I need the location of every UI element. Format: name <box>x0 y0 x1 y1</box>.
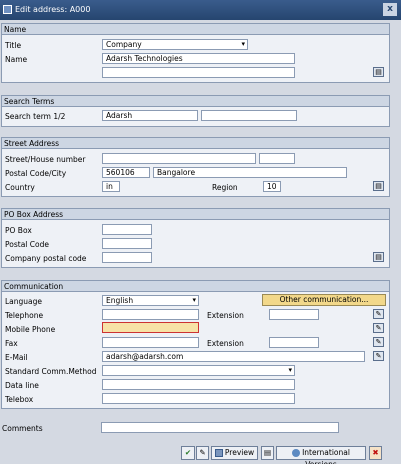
title-label: Title <box>5 41 22 50</box>
cancel-button[interactable]: ✖ <box>369 446 382 460</box>
telephone-more-icon[interactable]: ✎ <box>373 309 384 319</box>
other-communication-button[interactable]: Other communication... <box>262 294 386 306</box>
language-label: Language <box>5 297 43 306</box>
communication-group: Communication Language English Other com… <box>1 280 390 409</box>
telephone-label: Telephone <box>5 311 44 320</box>
city-field[interactable]: Bangalore <box>153 167 347 178</box>
street-address-heading: Street Address <box>2 138 389 149</box>
pobox-label: PO Box <box>5 226 32 235</box>
name-group-heading: Name <box>2 24 389 35</box>
pobox-field[interactable] <box>102 224 152 235</box>
pobox-postal-field[interactable] <box>102 238 152 249</box>
more-pobox-icon[interactable]: ▤ <box>373 252 384 262</box>
telebox-field[interactable] <box>102 393 295 404</box>
bottom-toolbar: ✔ ✎ Preview ▤ International Versions ✖ <box>0 443 401 464</box>
postal-code-field[interactable]: 560106 <box>102 167 150 178</box>
pobox-heading: PO Box Address <box>2 209 389 220</box>
window-icon <box>3 5 12 14</box>
title-dropdown[interactable]: Company <box>102 39 248 50</box>
search-terms-group: Search Terms Search term 1/2 Adarsh <box>1 95 390 127</box>
data-line-field[interactable] <box>102 379 295 390</box>
region-label: Region <box>212 183 238 192</box>
data-line-label: Data line <box>5 381 39 390</box>
country-field[interactable]: in <box>102 181 120 192</box>
fax-extension-label: Extension <box>207 339 244 348</box>
mobile-phone-field[interactable] <box>102 322 199 333</box>
fax-extension-field[interactable] <box>269 337 319 348</box>
email-field[interactable]: adarsh@adarsh.com <box>102 351 365 362</box>
copy-button[interactable]: ▤ <box>261 446 274 460</box>
company-postal-label: Company postal code <box>5 254 87 263</box>
name-label: Name <box>5 55 28 64</box>
telebox-label: Telebox <box>5 395 34 404</box>
window-title-bar: Edit address: A000 x <box>0 0 401 20</box>
name-field-1[interactable]: Adarsh Technologies <box>102 53 295 64</box>
window-title: Edit address: A000 <box>15 5 91 14</box>
cancel-icon: ✖ <box>372 448 379 457</box>
street-address-group: Street Address Street/House number Posta… <box>1 137 390 197</box>
international-versions-label: International Versions <box>302 448 350 464</box>
standard-comm-label: Standard Comm.Method <box>5 367 97 376</box>
email-more-icon[interactable]: ✎ <box>373 351 384 361</box>
check-entries-button[interactable]: ✎ <box>196 446 209 460</box>
copy-icon: ▤ <box>263 448 272 457</box>
search-term-1-field[interactable]: Adarsh <box>102 110 198 121</box>
international-versions-button[interactable]: International Versions <box>276 446 366 464</box>
preview-icon <box>214 449 223 457</box>
search-term-2-field[interactable] <box>201 110 297 121</box>
search-terms-heading: Search Terms <box>2 96 389 107</box>
check-icon: ✔ <box>184 448 192 457</box>
comments-label: Comments <box>2 424 43 433</box>
street-field[interactable] <box>102 153 256 164</box>
postal-code-city-label: Postal Code/City <box>5 169 67 178</box>
fax-field[interactable] <box>102 337 199 348</box>
more-address-icon[interactable]: ▤ <box>373 181 384 191</box>
edit-icon: ✎ <box>199 448 206 457</box>
fax-label: Fax <box>5 339 18 348</box>
comments-field[interactable] <box>101 422 339 433</box>
street-label: Street/House number <box>5 155 86 164</box>
pobox-postal-label: Postal Code <box>5 240 49 249</box>
pobox-group: PO Box Address PO Box Postal Code Compan… <box>1 208 390 268</box>
telephone-field[interactable] <box>102 309 199 320</box>
language-dropdown[interactable]: English <box>102 295 199 306</box>
company-postal-field[interactable] <box>102 252 152 263</box>
close-icon[interactable]: x <box>383 3 397 16</box>
fax-more-icon[interactable]: ✎ <box>373 337 384 347</box>
search-term-label: Search term 1/2 <box>5 112 66 121</box>
communication-heading: Communication <box>2 281 389 292</box>
more-names-icon[interactable]: ▤ <box>373 67 384 77</box>
email-label: E-Mail <box>5 353 28 362</box>
name-group: Name Title Company Name Adarsh Technolog… <box>1 23 390 83</box>
standard-comm-dropdown[interactable] <box>102 365 295 376</box>
mobile-more-icon[interactable]: ✎ <box>373 323 384 333</box>
preview-button[interactable]: Preview <box>211 446 258 460</box>
telephone-extension-label: Extension <box>207 311 244 320</box>
globe-icon <box>292 449 301 457</box>
name-field-2[interactable] <box>102 67 295 78</box>
telephone-extension-field[interactable] <box>269 309 319 320</box>
country-label: Country <box>5 183 35 192</box>
house-number-field[interactable] <box>259 153 295 164</box>
region-field[interactable]: 10 <box>263 181 281 192</box>
preview-label: Preview <box>224 448 255 457</box>
confirm-button[interactable]: ✔ <box>181 446 195 460</box>
mobile-phone-label: Mobile Phone <box>5 325 56 334</box>
